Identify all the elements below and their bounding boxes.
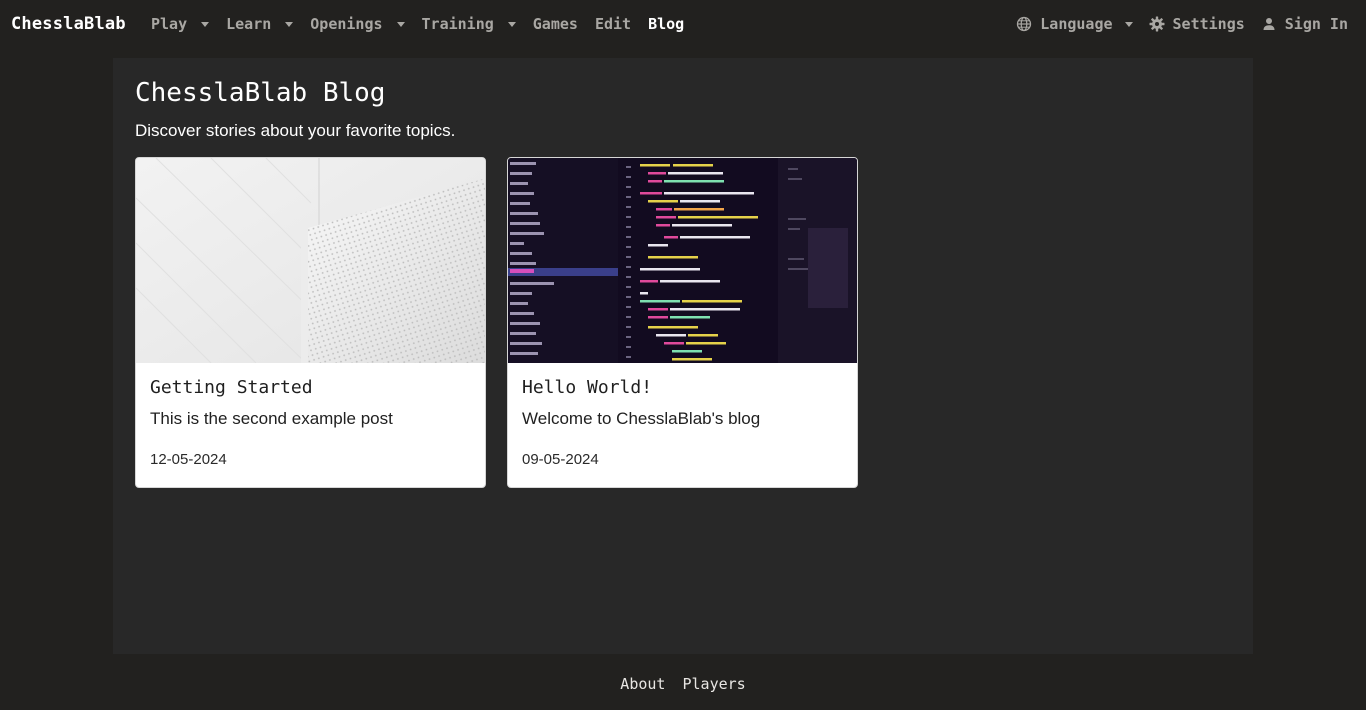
white-architecture-image	[136, 158, 485, 363]
chevron-down-icon	[1124, 22, 1133, 27]
footer-link-players[interactable]: Players	[682, 675, 745, 693]
nav-training[interactable]: Training	[422, 15, 516, 33]
chevron-down-icon	[285, 22, 294, 27]
site-logo[interactable]: ChesslaBlab	[11, 14, 126, 34]
gear-icon	[1149, 16, 1165, 32]
nav-edit[interactable]: Edit	[595, 15, 631, 33]
globe-icon	[1017, 16, 1032, 32]
nav-play-label: Play	[151, 15, 188, 33]
nav-learn[interactable]: Learn	[226, 15, 294, 33]
sign-in-label: Sign In	[1284, 15, 1348, 33]
post-title: Hello World!	[522, 377, 653, 398]
code-editor-image	[508, 158, 857, 363]
page-title: ChesslaBlab Blog	[135, 78, 386, 108]
chevron-down-icon	[507, 22, 516, 27]
nav-games-label: Games	[532, 15, 578, 33]
chevron-down-icon	[201, 22, 210, 27]
language-label: Language	[1040, 15, 1113, 33]
post-date: 09-05-2024	[522, 451, 599, 468]
blog-container: ChesslaBlab Blog Discover stories about …	[113, 58, 1253, 654]
page-subtitle: Discover stories about your favorite top…	[135, 121, 456, 140]
nav-learn-label: Learn	[226, 15, 272, 33]
footer-link-about[interactable]: About	[620, 675, 665, 693]
post-description: Welcome to ChesslaBlab's blog	[522, 409, 761, 428]
nav-blog-label: Blog	[648, 15, 685, 33]
nav-play[interactable]: Play	[151, 15, 210, 33]
nav-games[interactable]: Games	[533, 15, 578, 33]
post-title: Getting Started	[150, 377, 313, 398]
nav-blog[interactable]: Blog	[648, 15, 684, 33]
nav-openings-label: Openings	[310, 15, 383, 33]
settings-label: Settings	[1172, 15, 1245, 33]
main-nav: Play Learn Openings Training Games Edit …	[151, 15, 701, 33]
top-navbar: ChesslaBlab Play Learn Openings Training…	[0, 0, 1366, 48]
settings-link[interactable]: Settings	[1149, 15, 1245, 33]
user-icon	[1263, 18, 1275, 30]
blog-post-card[interactable]: Hello World! Welcome to ChesslaBlab's bl…	[507, 157, 858, 488]
nav-training-label: Training	[421, 15, 494, 33]
nav-right: Language Settings Sign In	[1000, 15, 1348, 33]
nav-openings[interactable]: Openings	[310, 15, 405, 33]
sign-in-link[interactable]: Sign In	[1261, 15, 1348, 33]
nav-edit-label: Edit	[594, 15, 632, 33]
chevron-down-icon	[396, 22, 405, 27]
post-description: This is the second example post	[150, 409, 393, 428]
language-menu[interactable]: Language	[1016, 15, 1133, 33]
blog-post-card[interactable]: Getting Started This is the second examp…	[135, 157, 486, 488]
post-date: 12-05-2024	[150, 451, 227, 468]
footer: About Players	[0, 675, 1366, 693]
